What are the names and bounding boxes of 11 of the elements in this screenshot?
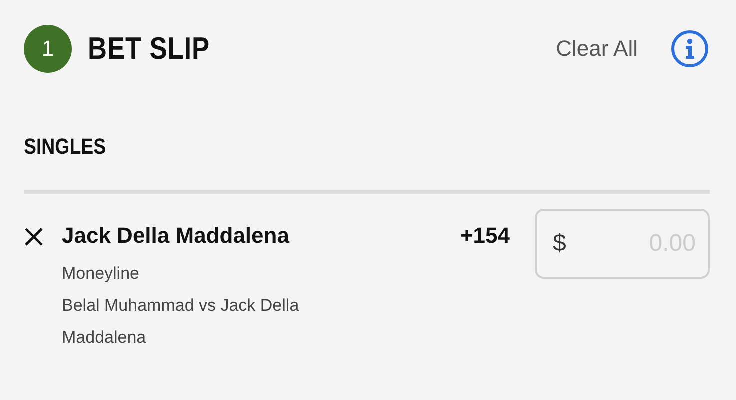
section-title: SINGLES	[24, 136, 106, 158]
currency-symbol: $	[553, 230, 566, 258]
odds-value: +154	[460, 223, 510, 249]
count-badge: 1	[24, 25, 72, 73]
clear-all-link[interactable]: Clear All	[556, 36, 638, 62]
event-name: Belal Muhammad vs Jack Della Maddalena	[62, 295, 300, 349]
selection-name: Jack Della Maddalena	[62, 222, 290, 250]
market-label: Moneyline	[62, 264, 140, 284]
info-icon[interactable]	[670, 29, 710, 69]
bet-slip-title: BET SLIP	[88, 31, 210, 67]
close-icon[interactable]	[24, 227, 44, 247]
